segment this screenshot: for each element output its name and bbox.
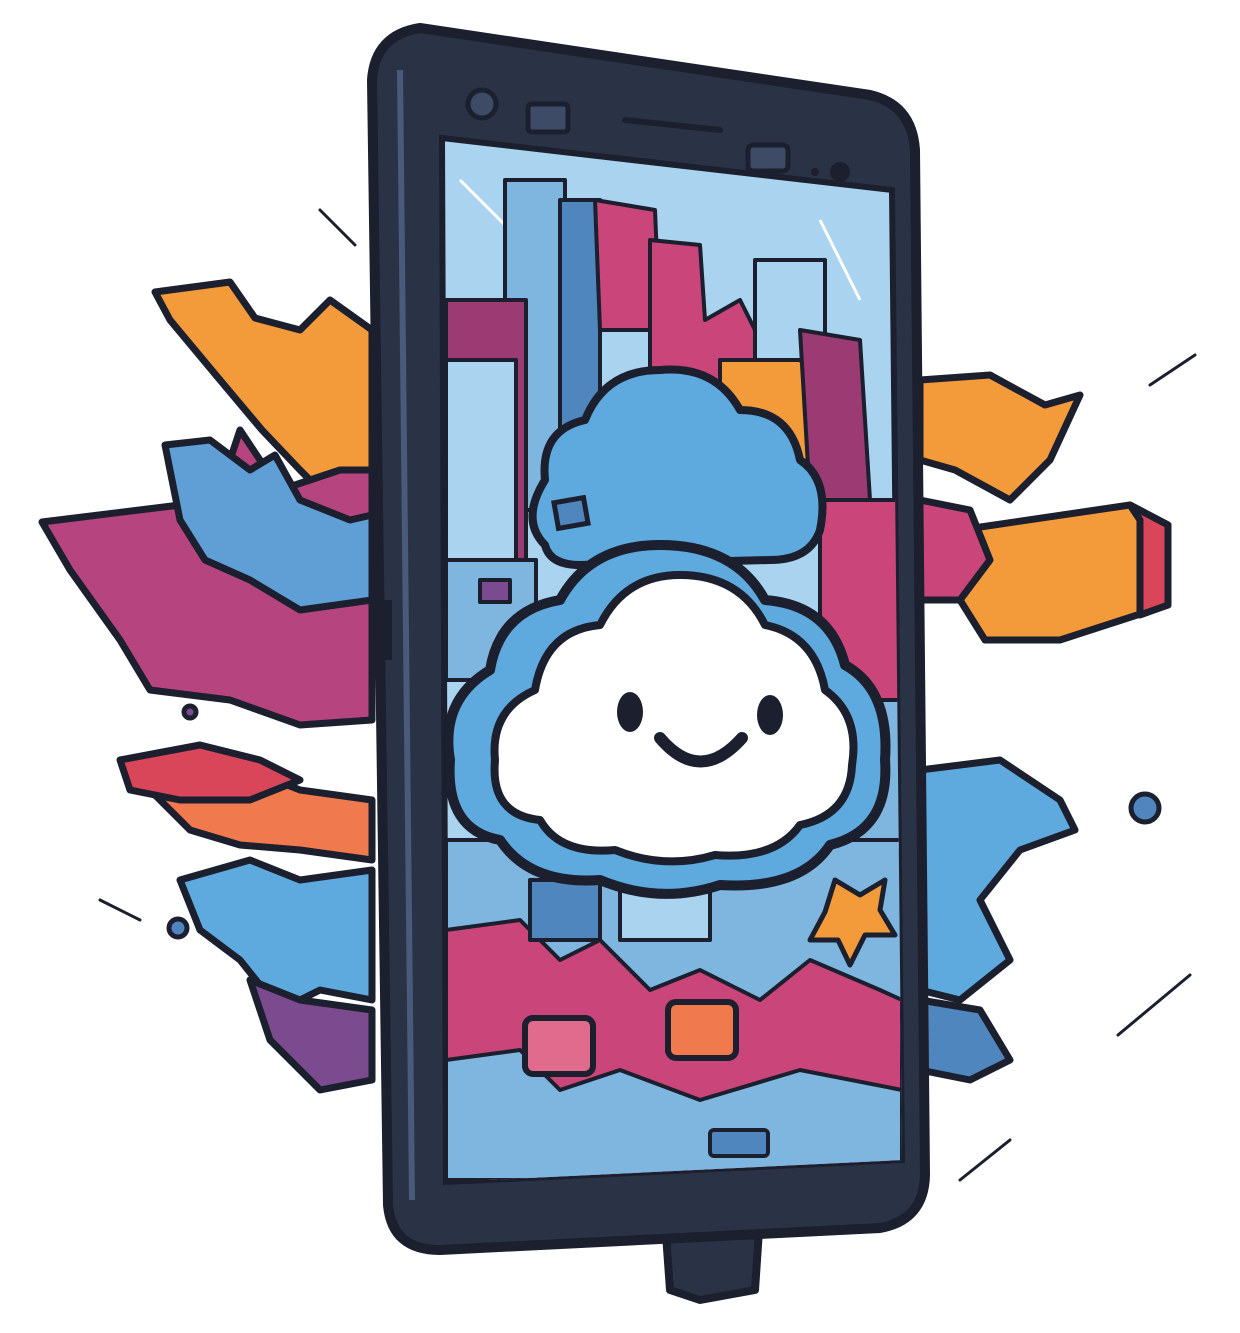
orange-app-button xyxy=(665,999,739,1061)
building xyxy=(444,358,518,562)
camera-lens-icon xyxy=(830,162,850,182)
status-bar-widget xyxy=(708,1128,770,1158)
building xyxy=(528,878,602,942)
smartphone-icon xyxy=(367,23,930,1304)
left-red-lower xyxy=(116,741,304,804)
right-blue-shard xyxy=(916,756,1079,1004)
right-blue-lower xyxy=(916,996,1014,1084)
right-orange-top xyxy=(916,371,1084,504)
pink-app-button xyxy=(522,1015,596,1077)
splatter-dot xyxy=(1128,791,1162,825)
splatter-dot xyxy=(181,703,199,721)
front-camera-icon xyxy=(465,87,499,121)
flash-dot-icon xyxy=(811,168,819,176)
sensor-icon xyxy=(525,101,571,135)
left-eye-icon xyxy=(617,692,643,732)
splatter-dot xyxy=(166,916,190,940)
graffiti-phone-illustration xyxy=(38,23,1197,1304)
phone-side-button xyxy=(382,600,392,660)
right-eye-icon xyxy=(757,695,783,735)
camera-module-icon xyxy=(745,142,791,174)
blue-cloud-window xyxy=(551,494,591,532)
window xyxy=(478,578,512,604)
